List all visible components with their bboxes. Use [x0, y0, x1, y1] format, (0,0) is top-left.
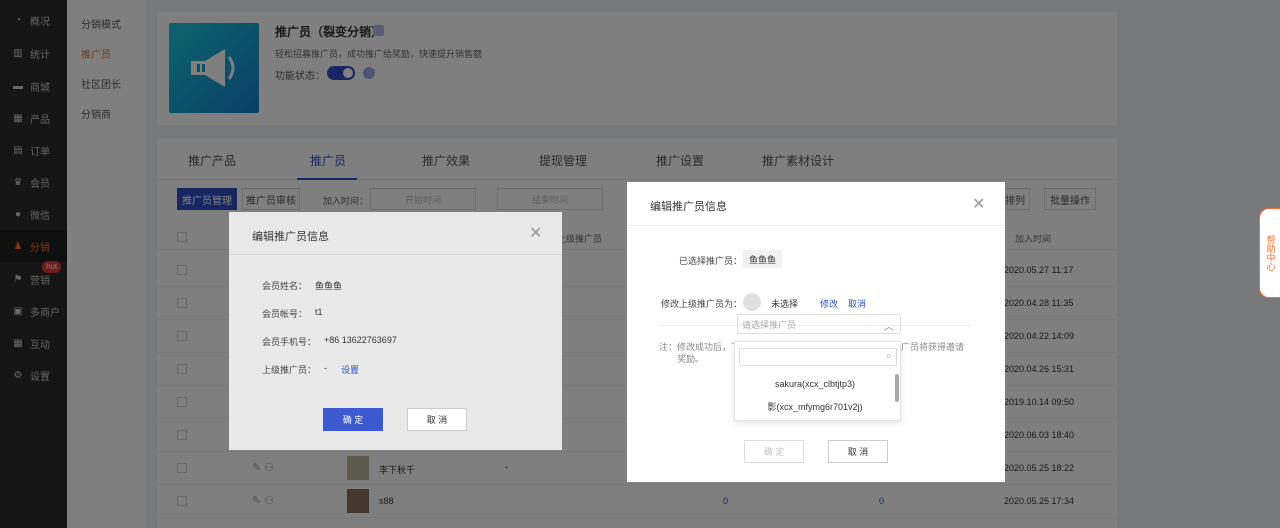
- cancel-button[interactable]: 取 消: [828, 440, 888, 463]
- set-parent-link[interactable]: 设置: [341, 363, 359, 376]
- divider: [229, 254, 562, 255]
- confirm-button[interactable]: 确 定: [744, 440, 804, 463]
- confirm-button[interactable]: 确 定: [323, 408, 383, 431]
- unselected-text: 未选择: [771, 299, 799, 309]
- dropdown-search-input[interactable]: ⌕: [739, 348, 897, 366]
- account-value: t1: [315, 307, 323, 317]
- scrollbar[interactable]: [895, 374, 899, 402]
- promoter-select[interactable]: 请选择推广员 ︿: [737, 314, 901, 334]
- dropdown-option[interactable]: sakura(xcx_clbtjtp3): [735, 379, 895, 389]
- account-label: 会员帐号：: [262, 309, 308, 319]
- promoter-dropdown: ⌕ sakura(xcx_clbtjtp3) 影(xcx_mfymg6r701v…: [734, 341, 901, 421]
- dialog-title: 编辑推广员信息: [650, 201, 727, 213]
- dialog-header: 编辑推广员信息 ✕: [627, 182, 1005, 226]
- help-center-tab[interactable]: 帮助中心: [1259, 208, 1280, 298]
- change-parent-label: 修改上级推广员为：: [661, 299, 743, 309]
- parent-label: 上级推广员：: [262, 365, 317, 375]
- selected-promoter-tag: 鱼鱼鱼: [743, 250, 783, 268]
- cancel-link[interactable]: 取消: [848, 297, 866, 310]
- dropdown-more: · · · ·: [805, 416, 825, 421]
- cancel-button[interactable]: 取 消: [407, 408, 467, 431]
- parent-value: -: [324, 363, 327, 373]
- dropdown-option[interactable]: 影(xcx_mfymg6r701v2j): [735, 400, 895, 413]
- edit-promoter-dialog: 编辑推广员信息 ✕ 已选择推广员： 鱼鱼鱼 修改上级推广员为： 未选择 修改 取…: [627, 182, 1005, 482]
- chevron-up-icon: ︿: [884, 322, 894, 333]
- phone-value: +86 13622763697: [324, 335, 397, 345]
- dialog-title: 编辑推广员信息: [252, 231, 329, 243]
- selected-label: 已选择推广员：: [679, 256, 743, 266]
- edit-link[interactable]: 修改: [820, 297, 838, 310]
- phone-label: 会员手机号：: [262, 337, 317, 347]
- name-label: 会员姓名：: [262, 281, 308, 291]
- search-icon: ⌕: [885, 350, 892, 362]
- user-icon: [743, 293, 761, 311]
- edit-promoter-dialog-back: 编辑推广员信息 ✕ 会员姓名： 鱼鱼鱼 会员帐号： t1 会员手机号： +86 …: [229, 212, 562, 450]
- close-icon[interactable]: ✕: [972, 194, 985, 214]
- close-icon[interactable]: ✕: [529, 223, 542, 243]
- note-text-suffix: 广员将获得邀请: [901, 342, 965, 352]
- name-value: 鱼鱼鱼: [315, 281, 343, 291]
- note-text-line2: 奖励。: [677, 354, 705, 364]
